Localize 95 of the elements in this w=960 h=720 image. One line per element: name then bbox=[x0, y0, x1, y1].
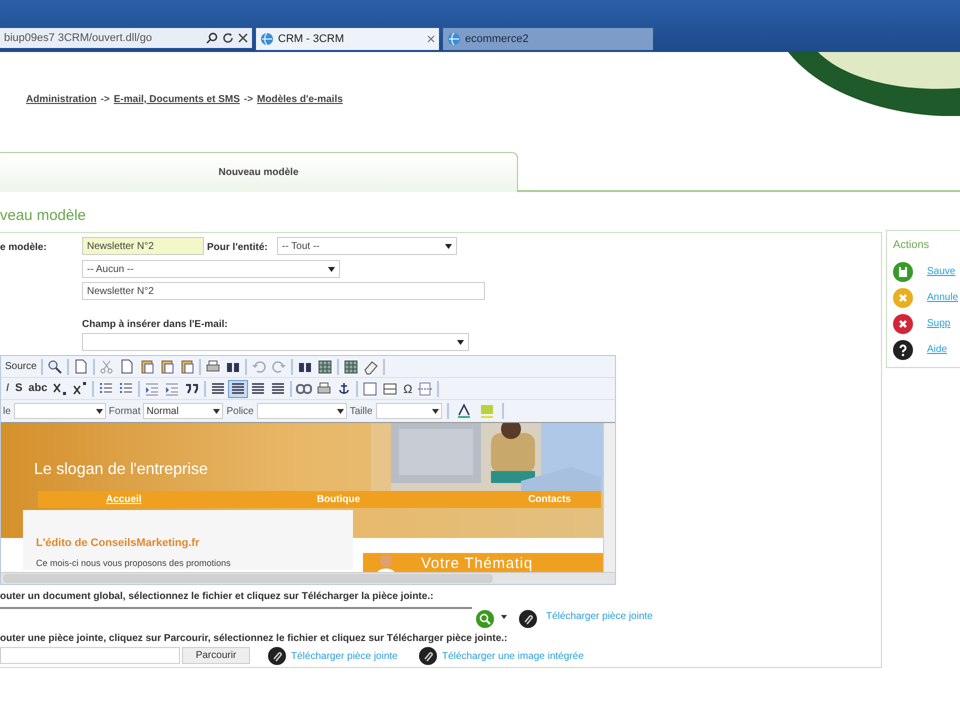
browser-tab[interactable]: ecommerce2 bbox=[443, 28, 653, 50]
source-button[interactable]: Source bbox=[3, 358, 39, 376]
grid-icon bbox=[342, 358, 359, 374]
insert-field-dropdown[interactable] bbox=[82, 333, 469, 351]
field-label: e modèle: bbox=[0, 241, 47, 255]
globe-icon bbox=[260, 32, 274, 46]
refresh-icon bbox=[222, 32, 234, 44]
save-icon bbox=[893, 262, 913, 282]
panel-title: Actions bbox=[893, 238, 930, 253]
text-color-icon bbox=[456, 403, 472, 419]
breadcrumb-link[interactable]: Administration bbox=[26, 92, 97, 107]
breadcrumb-link[interactable]: Modèles d'e-mails bbox=[257, 92, 343, 107]
entity-dropdown[interactable]: -- Tout -- bbox=[277, 237, 457, 255]
grid-icon bbox=[316, 358, 333, 374]
address-bar[interactable]: biup09es7 3CRM/ouvert.dll/go bbox=[0, 28, 252, 48]
subscript-icon bbox=[52, 380, 68, 396]
table-icon bbox=[382, 380, 398, 396]
dropdown-arrow-icon bbox=[457, 340, 464, 344]
field-label: Champ à insérer dans l'E-mail: bbox=[82, 318, 228, 332]
superscript-icon bbox=[72, 380, 88, 396]
close-icon bbox=[238, 33, 248, 43]
slogan-text: Le slogan de l'entreprise bbox=[34, 460, 208, 480]
field-label: Pour l'entité: bbox=[207, 241, 268, 255]
category-dropdown[interactable]: -- Aucun -- bbox=[82, 260, 340, 278]
dropdown-arrow-icon bbox=[328, 266, 335, 272]
person-icon bbox=[375, 553, 397, 572]
undo-icon bbox=[250, 358, 267, 374]
globe-icon bbox=[447, 32, 461, 46]
document-icon bbox=[118, 358, 135, 374]
address-text: biup09es7 3CRM/ouvert.dll/go bbox=[4, 30, 153, 46]
background-color-icon bbox=[478, 403, 495, 419]
align-icon bbox=[251, 382, 266, 396]
theme-title: Votre Thématiq bbox=[421, 555, 533, 572]
edito-text: Ce mois-ci nous vous proposons des promotions bbox=[36, 557, 231, 570]
paperclip-icon bbox=[268, 647, 286, 665]
special-character-button[interactable]: Ω bbox=[400, 380, 416, 398]
breadcrumb-link[interactable]: E-mail, Documents et SMS bbox=[114, 92, 240, 107]
edito-title: L'édito de ConseilsMarketing.fr bbox=[36, 536, 200, 551]
align-icon bbox=[231, 382, 246, 396]
page-break-icon bbox=[417, 380, 434, 396]
paperclip-icon bbox=[419, 647, 437, 665]
toolbar-label: Police bbox=[226, 404, 254, 418]
search-icon bbox=[206, 32, 218, 44]
dropdown-arrow-icon bbox=[432, 408, 439, 414]
dropdown-arrow-icon bbox=[445, 244, 452, 248]
format-button[interactable]: abc bbox=[25, 380, 50, 398]
cancel-icon bbox=[893, 288, 913, 308]
help-icon bbox=[893, 340, 913, 360]
align-icon bbox=[211, 382, 226, 396]
document-icon bbox=[72, 358, 89, 374]
indent-icon bbox=[144, 380, 160, 396]
align-button[interactable] bbox=[228, 380, 248, 398]
name-field[interactable]: Newsletter N°2 bbox=[82, 237, 204, 255]
tab-label: CRM - 3CRM bbox=[278, 32, 345, 47]
instruction-text: outer un document global, sélectionnez le fichier et cliquez sur Télécharger la pièce jointe.: bbox=[0, 591, 434, 603]
toolbar-label: Taille bbox=[350, 404, 373, 418]
dropdown-arrow-icon bbox=[96, 408, 103, 414]
image-icon bbox=[362, 380, 378, 396]
close-icon bbox=[427, 35, 435, 43]
file-input-field[interactable] bbox=[0, 605, 472, 609]
tab-label: Nouveau modèle bbox=[218, 166, 299, 180]
vertical-scrollbar[interactable] bbox=[603, 423, 615, 572]
dropdown-arrow-icon bbox=[501, 615, 507, 619]
eraser-icon bbox=[362, 358, 379, 374]
search-icon bbox=[476, 610, 494, 628]
redo-icon bbox=[270, 358, 287, 374]
scissors-icon bbox=[98, 358, 115, 374]
browser-tab[interactable]: CRM - 3CRM bbox=[256, 28, 439, 50]
clipboard-icon bbox=[178, 358, 195, 374]
dropdown-arrow-icon bbox=[213, 408, 220, 414]
horizontal-scrollbar[interactable] bbox=[3, 574, 493, 583]
dropdown-arrow-icon bbox=[336, 408, 344, 414]
printer-icon bbox=[204, 358, 221, 374]
toolbar-dropdown[interactable]: Normal bbox=[143, 403, 224, 419]
paperclip-icon bbox=[519, 610, 537, 628]
clipboard-icon bbox=[158, 358, 175, 374]
toolbar-label: le bbox=[3, 404, 11, 418]
clipboard-icon bbox=[138, 358, 155, 374]
toolbar-label: Format bbox=[108, 404, 140, 418]
indent-icon bbox=[164, 380, 180, 396]
printer-icon bbox=[316, 380, 332, 396]
browse-button[interactable]: Parcourir bbox=[182, 647, 250, 664]
format-button[interactable]: I bbox=[3, 380, 12, 398]
tab-label: ecommerce2 bbox=[465, 32, 530, 47]
magnifier-icon bbox=[46, 358, 63, 374]
subject-field[interactable]: Newsletter N°2 bbox=[82, 282, 485, 300]
delete-icon bbox=[893, 314, 913, 334]
breadcrumb-separator: -> bbox=[100, 93, 110, 107]
align-icon bbox=[271, 382, 286, 396]
format-button[interactable]: S bbox=[12, 380, 26, 398]
page-heading: veau modèle bbox=[0, 206, 86, 226]
page-tab[interactable]: Nouveau modèle bbox=[0, 152, 518, 192]
instruction-text: outer une pièce jointe, cliquez sur Parcourir, sélectionnez le fichier et cliquez sur Télécharger pièce jointe.: bbox=[0, 632, 508, 646]
breadcrumb-separator: -> bbox=[244, 93, 254, 107]
file-input-field[interactable] bbox=[0, 647, 180, 664]
